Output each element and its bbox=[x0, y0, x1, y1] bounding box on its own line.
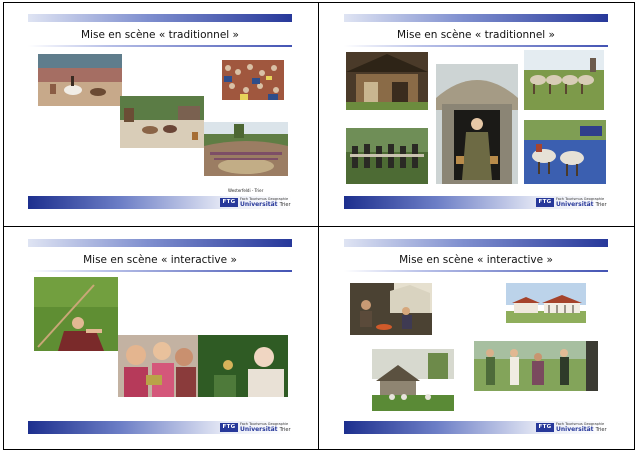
logo-mark: FTG bbox=[220, 198, 238, 208]
slide-title: Mise en scène « interactive » bbox=[399, 254, 553, 266]
draft-horses-photo bbox=[524, 50, 604, 110]
title-underline bbox=[28, 45, 292, 47]
logo-university: Universität bbox=[556, 425, 594, 433]
costumed-group-photo bbox=[474, 341, 598, 391]
slide-4[interactable]: Mise en scène « interactive » FTG Fach T… bbox=[344, 237, 608, 437]
campfire-gathering-photo bbox=[350, 283, 432, 335]
logo-university: Universität bbox=[240, 425, 278, 433]
amphitheatre-crowd-photo bbox=[204, 122, 288, 176]
village-huts-photo bbox=[372, 349, 454, 411]
title-underline bbox=[344, 45, 608, 47]
logo-city: Trier bbox=[595, 426, 607, 433]
logo-university: Universität bbox=[556, 200, 594, 208]
slide-top-bar bbox=[28, 239, 292, 247]
children-craft-photo bbox=[118, 335, 288, 397]
knight-tournament-photo bbox=[120, 96, 204, 148]
logo-city: Trier bbox=[279, 201, 291, 208]
logo-mark: FTG bbox=[220, 423, 238, 433]
university-logo: FTG Fach Tourismus Geographie Universitä… bbox=[220, 197, 291, 208]
university-logo: FTG Fach Tourismus Geographie Universitä… bbox=[536, 422, 607, 433]
slide-1[interactable]: Mise en scène « traditionnel » Westerfel… bbox=[28, 12, 292, 212]
roman-villa-photo bbox=[506, 283, 586, 323]
medieval-woman-doorway-photo bbox=[436, 64, 518, 184]
horse-carriage-photo bbox=[524, 120, 606, 184]
university-logo: FTG Fach Tourismus Geographie Universitä… bbox=[220, 422, 291, 433]
university-logo: FTG Fach Tourismus Geographie Universitä… bbox=[536, 197, 607, 208]
grid-divider-horizontal bbox=[3, 226, 635, 227]
timber-barn-photo bbox=[346, 52, 428, 110]
title-underline bbox=[344, 270, 608, 272]
logo-mark: FTG bbox=[536, 198, 554, 208]
title-underline bbox=[28, 270, 292, 272]
boy-with-spear-photo bbox=[34, 277, 118, 351]
army-reenactment-photo bbox=[346, 128, 428, 184]
logo-university: Universität bbox=[240, 200, 278, 208]
slide-2[interactable]: Mise en scène « traditionnel » FTG Fach … bbox=[344, 12, 608, 212]
slide-top-bar bbox=[344, 14, 608, 22]
logo-city: Trier bbox=[279, 426, 291, 433]
logo-city: Trier bbox=[595, 201, 607, 208]
slide-title: Mise en scène « interactive » bbox=[83, 254, 237, 266]
photo-credit: Westerfeldi - Trier bbox=[228, 188, 264, 193]
slide-title: Mise en scène « traditionnel » bbox=[397, 29, 555, 41]
logo-mark: FTG bbox=[536, 423, 554, 433]
slide-3[interactable]: Mise en scène « interactive » FTG Fach T… bbox=[28, 237, 292, 437]
arena-crowd-photo bbox=[222, 60, 284, 100]
slide-top-bar bbox=[28, 14, 292, 22]
slide-title: Mise en scène « traditionnel » bbox=[81, 29, 239, 41]
show-horses-arena-photo bbox=[38, 54, 122, 106]
slide-top-bar bbox=[344, 239, 608, 247]
